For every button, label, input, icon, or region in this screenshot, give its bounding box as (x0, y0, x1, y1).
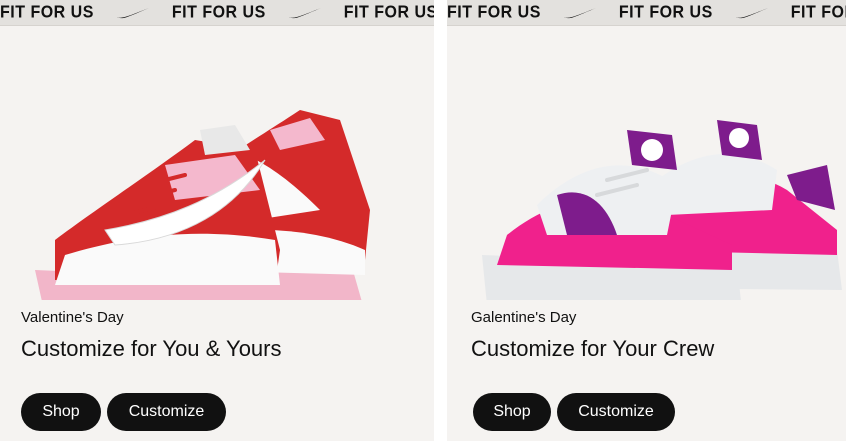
banner-text: FIT FOR US (618, 2, 713, 22)
sneaker-image[interactable] (0, 30, 434, 300)
swoosh-icon (563, 7, 596, 18)
card-headline: Customize for Your Crew (471, 336, 715, 361)
card-eyebrow: Galentine's Day (471, 309, 577, 326)
swoosh-icon (116, 7, 149, 18)
promo-banner: FIT FOR US FIT FOR US FIT FOR US (447, 0, 846, 26)
banner-text: FIT FOR US (171, 2, 266, 22)
swoosh-icon (735, 7, 768, 18)
banner-text: FIT FOR US (343, 2, 434, 22)
customize-button[interactable]: Customize (557, 393, 675, 431)
banner-text: FIT FOR US (0, 2, 94, 22)
swoosh-icon (288, 7, 321, 18)
card-headline: Customize for You & Yours (21, 336, 282, 361)
customize-button[interactable]: Customize (107, 393, 226, 431)
sneaker-image[interactable] (447, 30, 846, 300)
promo-card-galentines[interactable]: FIT FOR US FIT FOR US FIT FOR US (447, 0, 846, 441)
shop-button[interactable]: Shop (21, 393, 101, 431)
promo-card-valentines[interactable]: FIT FOR US FIT FOR US FIT FOR US Valenti… (0, 0, 434, 441)
card-eyebrow: Valentine's Day (21, 309, 124, 326)
banner-text: FIT FOR US (447, 2, 541, 22)
banner-text: FIT FOR US (790, 2, 846, 22)
shop-button[interactable]: Shop (473, 393, 551, 431)
promo-banner: FIT FOR US FIT FOR US FIT FOR US (0, 0, 434, 26)
